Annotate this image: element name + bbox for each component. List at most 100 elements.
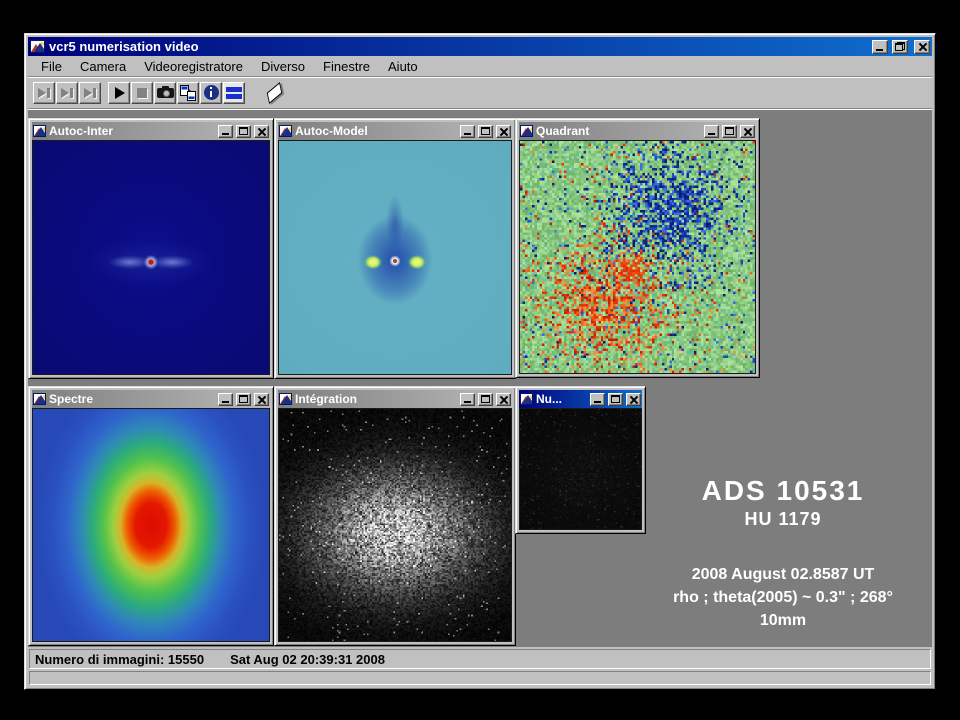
quadrant-close-button[interactable] (740, 125, 755, 138)
minimize-icon (876, 49, 883, 51)
child-window-autoc-model: Autoc-Model (274, 118, 516, 379)
list-button[interactable] (223, 82, 245, 104)
autoc-inter-image (32, 140, 270, 375)
status-bar: Numero di immagini: 15550 Sat Aug 02 20:… (29, 649, 931, 669)
numerisation-icon (520, 393, 533, 405)
spectre-close-button[interactable] (254, 393, 269, 406)
status-datetime: Sat Aug 02 20:39:31 2008 (230, 652, 385, 667)
autoc-model-minimize-button[interactable] (460, 125, 475, 138)
copy-frames-button[interactable] (177, 82, 199, 104)
erase-button[interactable] (260, 81, 288, 105)
quadrant-image-frame (519, 140, 756, 374)
info-button[interactable] (200, 82, 222, 104)
camera-icon (157, 88, 174, 98)
integration-icon (279, 393, 292, 405)
quadrant-titlebar[interactable]: Quadrant (519, 122, 756, 140)
numerisation-close-button[interactable] (626, 393, 641, 406)
snapshot-button[interactable] (154, 82, 176, 104)
step-icon (61, 88, 73, 98)
integration-image (279, 409, 511, 641)
autoc-inter-close-button[interactable] (254, 125, 269, 138)
quadrant-image (520, 141, 755, 373)
copy-frames-icon (180, 85, 197, 101)
restore-button[interactable] (892, 40, 908, 54)
toolbar (28, 77, 932, 109)
menu-diverso[interactable]: Diverso (252, 59, 314, 74)
menu-finestre[interactable]: Finestre (314, 59, 379, 74)
numerisation-image-frame (519, 408, 642, 530)
numerisation-title: Nu... (536, 392, 587, 406)
stop-icon (137, 88, 147, 98)
numerisation-maximize-button[interactable] (608, 393, 623, 406)
integration-title: Intégration (295, 392, 457, 406)
restore-icon (895, 42, 905, 51)
child-window-integration: Intégration (274, 386, 516, 646)
annotation-date: 2008 August 02.8587 UT (618, 566, 932, 584)
autoc-inter-titlebar[interactable]: Autoc-Inter (32, 122, 270, 140)
spectre-minimize-button[interactable] (218, 393, 233, 406)
spectre-title: Spectre (49, 392, 215, 406)
minimize-icon (222, 133, 229, 135)
quadrant-title: Quadrant (536, 124, 701, 138)
spectre-maximize-button[interactable] (236, 393, 251, 406)
integration-image-frame (278, 408, 512, 642)
mdi-workspace: Autoc-Inter Autoc-Model (28, 110, 932, 647)
step-button[interactable] (56, 82, 78, 104)
autoc-model-titlebar[interactable]: Autoc-Model (278, 122, 512, 140)
spectre-titlebar[interactable]: Spectre (32, 390, 270, 408)
app-window: vcr5 numerisation video File Camera Vide… (24, 33, 936, 690)
autoc-model-icon (279, 125, 292, 137)
menu-videoregistratore[interactable]: Videoregistratore (135, 59, 252, 74)
step-back-button[interactable] (33, 82, 55, 104)
child-window-autoc-inter: Autoc-Inter (28, 118, 274, 379)
autoc-model-close-button[interactable] (496, 125, 511, 138)
annotation-discoverer: HU 1179 (618, 509, 932, 530)
integration-minimize-button[interactable] (460, 393, 475, 406)
minimize-icon (464, 401, 471, 403)
autoc-inter-title: Autoc-Inter (49, 124, 215, 138)
status-bar-secondary (29, 671, 931, 685)
close-button[interactable] (914, 40, 930, 54)
integration-close-button[interactable] (496, 393, 511, 406)
menu-aiuto[interactable]: Aiuto (379, 59, 427, 74)
child-window-numerisation: Nu... (515, 386, 646, 534)
autoc-model-image (278, 140, 512, 375)
step-forward-button[interactable] (79, 82, 101, 104)
close-icon (918, 42, 927, 51)
close-icon (629, 395, 638, 404)
app-icon (30, 40, 45, 53)
window-title: vcr5 numerisation video (49, 39, 868, 54)
maximize-icon (239, 127, 248, 135)
play-button[interactable] (108, 82, 130, 104)
annotation-object-id: ADS 10531 (618, 475, 932, 507)
close-icon (257, 127, 266, 136)
autoc-inter-minimize-button[interactable] (218, 125, 233, 138)
status-image-count: Numero di immagini: 15550 (35, 652, 204, 667)
integration-maximize-button[interactable] (478, 393, 493, 406)
autoc-inter-maximize-button[interactable] (236, 125, 251, 138)
minimize-icon (594, 401, 601, 403)
numerisation-image (520, 409, 641, 529)
desktop: vcr5 numerisation video File Camera Vide… (0, 0, 960, 720)
minimize-icon (222, 401, 229, 403)
close-icon (743, 127, 752, 136)
stop-button[interactable] (131, 82, 153, 104)
step-back-icon (38, 88, 50, 98)
play-icon (115, 87, 125, 99)
autoc-model-maximize-button[interactable] (478, 125, 493, 138)
maximize-icon (611, 395, 620, 403)
menu-camera[interactable]: Camera (71, 59, 135, 74)
numerisation-titlebar[interactable]: Nu... (519, 390, 642, 408)
spectre-image (32, 408, 270, 642)
quadrant-minimize-button[interactable] (704, 125, 719, 138)
minimize-button[interactable] (872, 40, 888, 54)
menu-file[interactable]: File (32, 59, 71, 74)
titlebar[interactable]: vcr5 numerisation video (28, 37, 932, 56)
minimize-icon (708, 133, 715, 135)
quadrant-icon (520, 125, 533, 137)
quadrant-maximize-button[interactable] (722, 125, 737, 138)
numerisation-minimize-button[interactable] (590, 393, 605, 406)
eraser-icon (266, 81, 281, 103)
maximize-icon (481, 127, 490, 135)
integration-titlebar[interactable]: Intégration (278, 390, 512, 408)
